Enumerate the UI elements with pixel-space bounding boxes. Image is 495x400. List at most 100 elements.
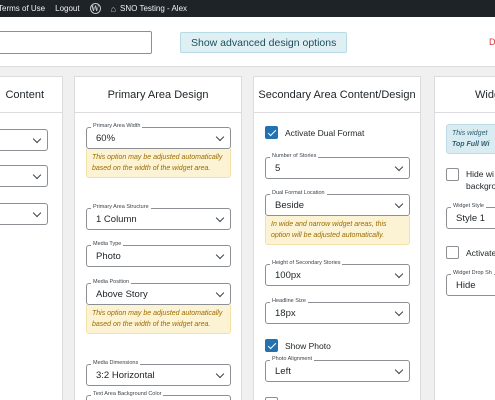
terms-of-use-link[interactable]: Terms of Use: [0, 4, 45, 13]
widget-note-line-1: This widget: [452, 130, 488, 137]
content-column: Content: [0, 76, 63, 400]
checkbox-checked-icon[interactable]: [265, 126, 278, 139]
widget-drop-shadow-value: Hide: [456, 279, 476, 291]
show-advanced-options-button[interactable]: Show advanced design options: [180, 32, 348, 53]
media-dimensions-value: 3:2 Horizontal: [96, 369, 155, 381]
secondary-height-value: 100px: [275, 269, 301, 281]
admin-bar: Terms of Use Logout W ⌂ SNO Testing - Al…: [0, 0, 495, 17]
widget-drop-shadow-label: Widget Drop Sh: [451, 270, 494, 276]
dual-format-location-label: Dual Format Location: [270, 190, 327, 196]
checkbox-unchecked-icon[interactable]: [446, 168, 459, 181]
chevron-down-icon: [215, 369, 225, 379]
widget-style-select[interactable]: Style 1: [446, 207, 495, 229]
logout-link[interactable]: Logout: [55, 4, 79, 13]
chevron-down-icon: [394, 162, 404, 172]
photo-alignment-select[interactable]: Left: [265, 360, 410, 382]
content-column-title: Content: [0, 77, 62, 113]
primary-area-structure-field[interactable]: Primary Area Structure 1 Column: [86, 204, 231, 230]
primary-area-width-value: 60%: [96, 132, 116, 144]
media-type-value: Photo: [96, 250, 121, 262]
primary-area-width-label: Primary Area Width: [91, 123, 143, 129]
number-of-stories-label: Number of Stories: [270, 153, 319, 159]
headline-size-field[interactable]: Headline Size 18px: [265, 298, 410, 324]
site-name: SNO Testing - Alex: [120, 4, 188, 13]
media-dimensions-label: Media Dimensions: [91, 360, 141, 366]
top-toolbar: Show advanced design options D: [0, 17, 495, 67]
content-select-3[interactable]: [0, 203, 50, 225]
primary-width-note: This option may be adjusted automaticall…: [86, 149, 231, 178]
content-select-2[interactable]: [0, 165, 50, 187]
wordpress-logo-icon[interactable]: W: [89, 3, 101, 14]
show-photo-checkbox[interactable]: Show Photo: [265, 339, 331, 352]
media-position-note: This option may be adjusted automaticall…: [86, 305, 231, 334]
secondary-height-label: Height of Secondary Stories: [270, 260, 343, 266]
dual-format-location-value: Beside: [275, 199, 305, 211]
media-type-select[interactable]: Photo: [86, 245, 231, 267]
widget-style-value: Style 1: [456, 212, 486, 224]
number-of-stories-select[interactable]: 5: [265, 157, 410, 179]
photo-alignment-value: Left: [275, 365, 291, 377]
widget-drop-shadow-field[interactable]: Widget Drop Sh Hide: [446, 270, 495, 296]
media-type-field[interactable]: Media Type Photo: [86, 241, 231, 267]
dual-format-location-select[interactable]: Beside: [265, 194, 410, 216]
widget-design-column: Widget This widget Top Full Wi Hide wi b…: [434, 76, 495, 400]
media-dimensions-select[interactable]: 3:2 Horizontal: [86, 364, 231, 386]
headline-size-label: Headline Size: [270, 298, 308, 304]
text-area-bg-color-field[interactable]: Text Area Background Color: [86, 391, 231, 400]
primary-area-width-select[interactable]: 60%: [86, 127, 231, 149]
media-type-label: Media Type: [91, 241, 124, 247]
home-icon: ⌂: [110, 3, 117, 14]
activate-dual-format-checkbox[interactable]: Activate Dual Format: [265, 126, 364, 139]
chevron-down-icon: [215, 288, 225, 298]
show-photo-label: Show Photo: [285, 340, 331, 351]
media-position-label: Media Position: [91, 279, 132, 285]
media-dimensions-field[interactable]: Media Dimensions 3:2 Horizontal: [86, 360, 231, 386]
widget-drop-shadow-select[interactable]: Hide: [446, 274, 495, 296]
photo-alignment-field[interactable]: Photo Alignment Left: [265, 356, 410, 382]
primary-area-structure-select[interactable]: 1 Column: [86, 208, 231, 230]
checkbox-unchecked-icon[interactable]: [446, 246, 459, 259]
primary-area-width-field[interactable]: Primary Area Width 60% This option may b…: [86, 123, 231, 178]
activate-widget-option-label: Activate: [466, 247, 495, 258]
number-of-stories-field[interactable]: Number of Stories 5: [265, 153, 410, 179]
headline-size-value: 18px: [275, 307, 296, 319]
activate-dual-format-label: Activate Dual Format: [285, 127, 365, 138]
primary-area-design-title: Primary Area Design: [75, 77, 241, 113]
media-position-select[interactable]: Above Story: [86, 283, 231, 305]
widget-title-input[interactable]: [0, 31, 152, 54]
widget-style-label: Widget Style: [451, 203, 486, 209]
headline-size-select[interactable]: 18px: [265, 302, 410, 324]
chevron-down-icon: [215, 250, 225, 260]
primary-area-structure-label: Primary Area Structure: [91, 204, 151, 210]
site-name-link[interactable]: ⌂ SNO Testing - Alex: [111, 4, 187, 14]
dual-format-location-field[interactable]: Dual Format Location Beside In wide and …: [265, 190, 410, 245]
secondary-height-field[interactable]: Height of Secondary Stories 100px: [265, 260, 410, 286]
hide-widget-background-checkbox[interactable]: Hide wi backgro: [446, 168, 495, 192]
chevron-down-icon: [394, 307, 404, 317]
widget-style-field[interactable]: Widget Style Style 1: [446, 203, 495, 229]
photo-alignment-label: Photo Alignment: [270, 356, 315, 362]
number-of-stories-value: 5: [275, 162, 281, 174]
widget-info-note: This widget Top Full Wi: [446, 124, 495, 154]
hide-widget-label-2: backgro: [466, 181, 495, 191]
secondary-height-select[interactable]: 100px: [265, 264, 410, 286]
chevron-down-icon: [394, 199, 404, 209]
activate-widget-option-checkbox[interactable]: Activate: [446, 246, 495, 259]
secondary-area-column: Secondary Area Content/Design Activate D…: [253, 76, 421, 400]
hide-widget-label-1: Hide wi: [466, 169, 494, 179]
primary-area-design-column: Primary Area Design Primary Area Width 6…: [74, 76, 242, 400]
dual-format-location-note: In wide and narrow widget areas, this op…: [265, 216, 410, 245]
widget-design-title: Widget: [435, 77, 495, 113]
media-position-field[interactable]: Media Position Above Story This option m…: [86, 279, 231, 334]
media-position-value: Above Story: [96, 288, 148, 300]
secondary-area-title: Secondary Area Content/Design: [254, 77, 420, 113]
widget-note-line-2: Top Full Wi: [452, 141, 490, 148]
chevron-down-icon: [215, 132, 225, 142]
text-area-bg-color-label: Text Area Background Color: [91, 391, 164, 397]
content-select-1[interactable]: [0, 129, 50, 151]
checkbox-checked-icon[interactable]: [265, 339, 278, 352]
chevron-down-icon: [394, 365, 404, 375]
chevron-down-icon: [394, 269, 404, 279]
chevron-down-icon: [215, 213, 225, 223]
delete-link[interactable]: D: [489, 37, 495, 47]
